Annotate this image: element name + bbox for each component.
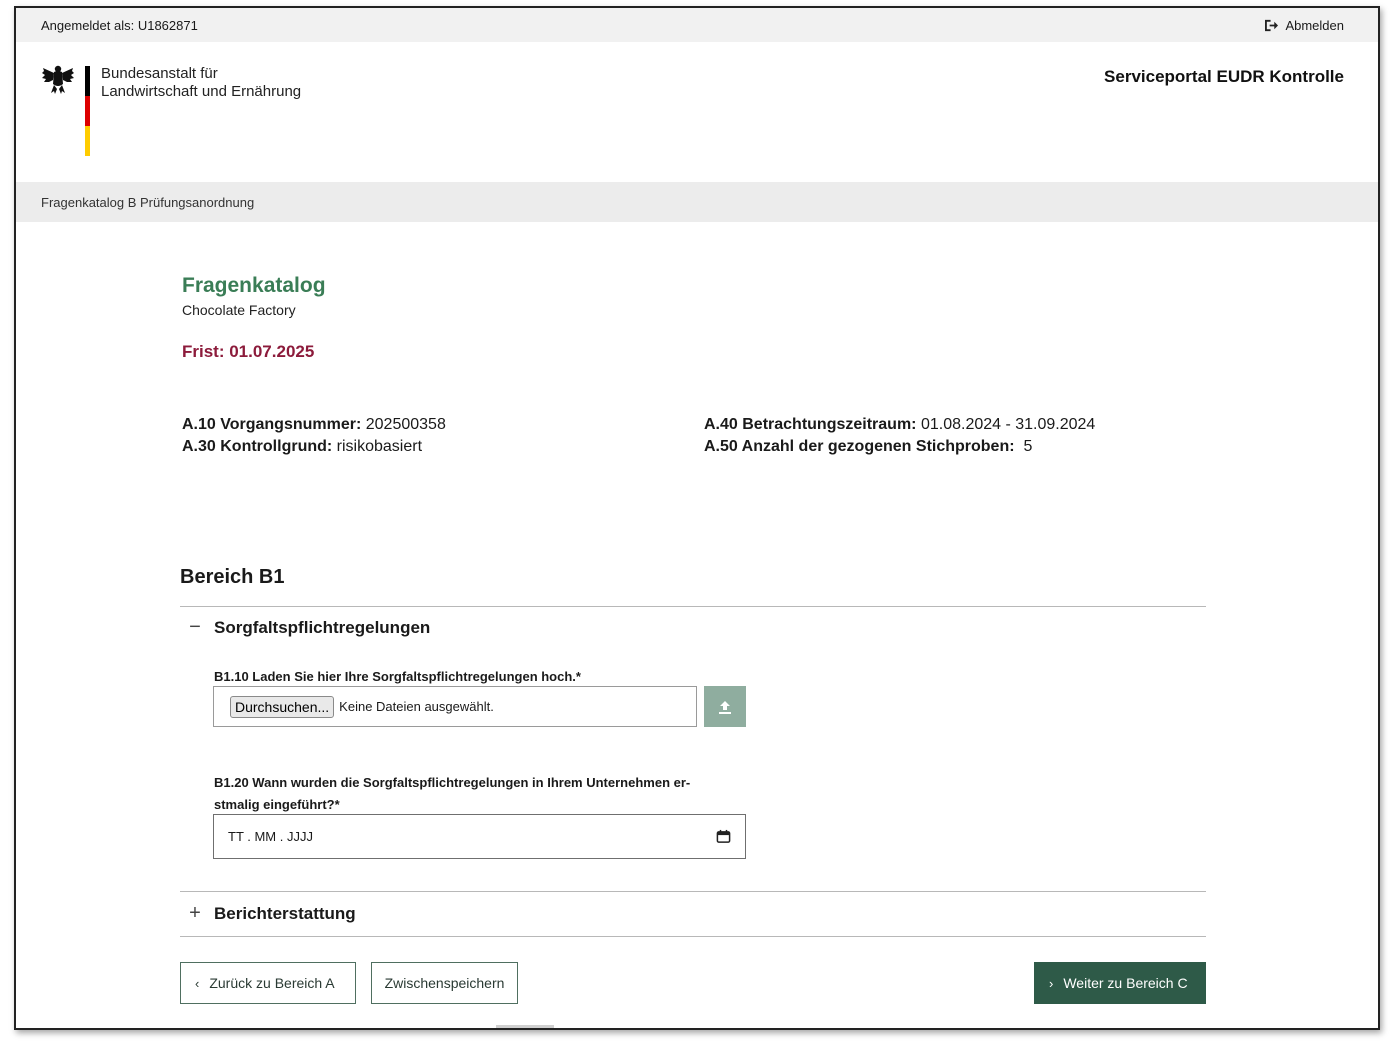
- file-input[interactable]: Durchsuchen... Keine Dateien ausgewählt.: [213, 686, 697, 727]
- back-button[interactable]: ‹ Zurück zu Bereich A: [180, 962, 356, 1004]
- upload-button[interactable]: [704, 686, 746, 727]
- divider: [180, 606, 1206, 607]
- section-title: Bereich B1: [180, 566, 285, 588]
- deadline: Frist: 01.07.2025: [182, 342, 315, 361]
- logout-link[interactable]: Abmelden: [1264, 18, 1344, 33]
- browse-button[interactable]: Durchsuchen...: [230, 695, 335, 718]
- organization-name: Bundesanstalt für Landwirtschaft und Ern…: [101, 65, 302, 100]
- flag-bar: [85, 66, 90, 156]
- logged-in-user: Angemeldet als: U1862871: [41, 17, 198, 33]
- portal-title: Serviceportal EUDR Kontrolle: [1104, 67, 1344, 86]
- next-button[interactable]: › Weiter zu Bereich C: [1034, 962, 1206, 1004]
- case-number-row: A.10 Vorgangsnummer: 202500358: [182, 416, 446, 433]
- expand-icon: +: [189, 902, 201, 924]
- collapse-icon: −: [189, 616, 201, 638]
- review-period-row: A.40 Betrachtungszeitraum: 01.08.2024 - …: [704, 416, 1096, 433]
- control-reason-row: A.30 Kontrollgrund: risikobasiert: [182, 438, 423, 455]
- scrollbar[interactable]: [496, 1025, 554, 1028]
- accordion-label: Sorgfaltspflichtregelungen: [214, 617, 431, 637]
- case-info-right: A.40 Betrachtungszeitraum: 01.08.2024 - …: [704, 414, 1095, 458]
- accordion-reporting[interactable]: + Berichterstattung: [188, 902, 356, 925]
- divider: [180, 936, 1206, 937]
- accordion-label: Berichterstattung: [214, 903, 356, 923]
- breadcrumb: Fragenkatalog B Prüfungsanordnung: [16, 182, 1378, 222]
- question-b110-label: B1.10 Laden Sie hier Ihre Sorgfaltspflic…: [214, 669, 581, 684]
- divider: [180, 891, 1206, 892]
- accordion-due-diligence[interactable]: − Sorgfaltspflichtregelungen: [188, 616, 430, 639]
- question-b120-label: B1.20 Wann wurden die Sorgfaltspflichtre…: [214, 775, 691, 812]
- top-bar: Angemeldet als: U1862871 Abmelden: [16, 8, 1378, 42]
- federal-eagle-logo: [42, 65, 74, 94]
- no-file-text: Keine Dateien ausgewählt.: [339, 699, 494, 714]
- calendar-icon[interactable]: [716, 829, 731, 844]
- logout-icon: [1265, 19, 1279, 31]
- date-placeholder: TT . MM . JJJJ: [228, 829, 313, 844]
- site-header: Bundesanstalt für Landwirtschaft und Ern…: [16, 42, 1378, 182]
- sample-count-row: A.50 Anzahl der gezogenen Stichproben: 5: [704, 438, 1033, 455]
- chevron-right-icon: ›: [1049, 975, 1054, 991]
- logout-label: Abmelden: [1285, 17, 1344, 33]
- chevron-left-icon: ‹: [195, 975, 200, 991]
- upload-icon: [719, 700, 731, 714]
- app-window: Angemeldet als: U1862871 Abmelden Bundes…: [14, 6, 1380, 1030]
- page-title: Fragenkatalog: [182, 274, 326, 297]
- case-info-left: A.10 Vorgangsnummer: 202500358 A.30 Kont…: [182, 414, 446, 458]
- date-input[interactable]: TT . MM . JJJJ: [213, 814, 746, 859]
- page-subtitle: Chocolate Factory: [182, 302, 296, 318]
- save-draft-button[interactable]: Zwischenspeichern: [371, 962, 518, 1004]
